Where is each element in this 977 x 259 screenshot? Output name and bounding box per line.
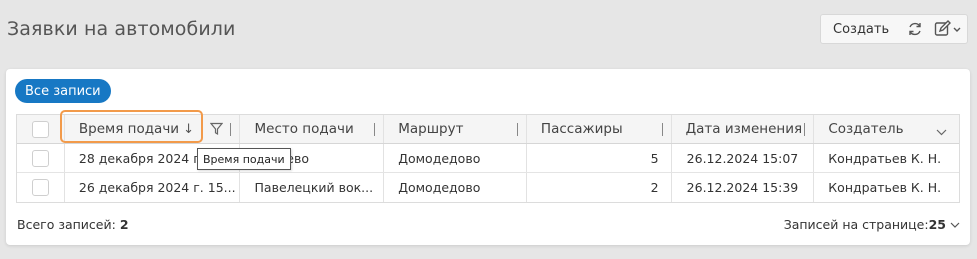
column-header-creator[interactable]: Создатель	[814, 115, 959, 143]
cell-modified: 26.12.2024 15:07	[672, 144, 815, 172]
select-all-checkbox[interactable]	[31, 120, 49, 138]
column-header-modified[interactable]: Дата изменения	[672, 115, 815, 143]
cell-modified: 26.12.2024 15:39	[672, 173, 815, 202]
column-header-place[interactable]: Место подачи	[240, 115, 385, 143]
column-header-passengers[interactable]: Пассажиры	[527, 115, 672, 143]
column-divider[interactable]	[661, 123, 663, 136]
table-row[interactable]: 28 декабря 2024 г. метьево Домодедово 5 …	[17, 144, 959, 173]
cell-time: 26 декабря 2024 г. 15...	[65, 173, 240, 202]
chevron-down-icon	[950, 217, 960, 232]
refresh-icon[interactable]	[901, 15, 929, 43]
cell-place: Павелецкий вок...	[240, 173, 385, 202]
tooltip: Время подачи	[197, 148, 291, 170]
column-divider[interactable]	[229, 123, 231, 136]
cell-creator: Кондратьев К. Н.	[828, 180, 942, 195]
records-card: Все записи Время подачи ↓ Место подачи М…	[6, 69, 970, 245]
edit-menu-button[interactable]	[929, 15, 967, 43]
per-page-selector[interactable]: Записей на странице: 25	[784, 217, 960, 232]
create-button[interactable]: Создать	[821, 15, 901, 43]
cell-creator: Кондратьев К. Н.	[828, 150, 942, 166]
table-row[interactable]: 26 декабря 2024 г. 15... Павелецкий вок.…	[17, 173, 959, 202]
page-title: Заявки на автомобили	[7, 18, 236, 40]
table-header: Время подачи ↓ Место подачи Маршрут Пасс…	[17, 115, 959, 144]
cell-route: Домодедово	[384, 173, 527, 202]
cell-route: Домодедово	[384, 144, 527, 172]
cell-passengers: 5	[527, 144, 672, 172]
row-checkbox[interactable]	[31, 149, 49, 167]
total-records: Всего записей: 2	[17, 217, 129, 232]
cell-passengers: 2	[527, 173, 672, 202]
toolbar: Создать	[820, 14, 968, 44]
records-table: Время подачи ↓ Место подачи Маршрут Пасс…	[16, 114, 960, 203]
sort-desc-icon: ↓	[183, 121, 194, 137]
column-divider[interactable]	[374, 123, 376, 136]
chevron-down-icon[interactable]	[936, 124, 947, 140]
column-header-route[interactable]: Маршрут	[384, 115, 527, 143]
all-records-chip[interactable]: Все записи	[15, 79, 111, 103]
column-header-time[interactable]: Время подачи ↓	[65, 115, 240, 143]
filter-icon[interactable]	[209, 122, 223, 140]
column-divider[interactable]	[516, 123, 518, 136]
edit-icon	[934, 20, 961, 36]
column-divider[interactable]	[804, 123, 806, 136]
row-checkbox[interactable]	[31, 179, 49, 196]
